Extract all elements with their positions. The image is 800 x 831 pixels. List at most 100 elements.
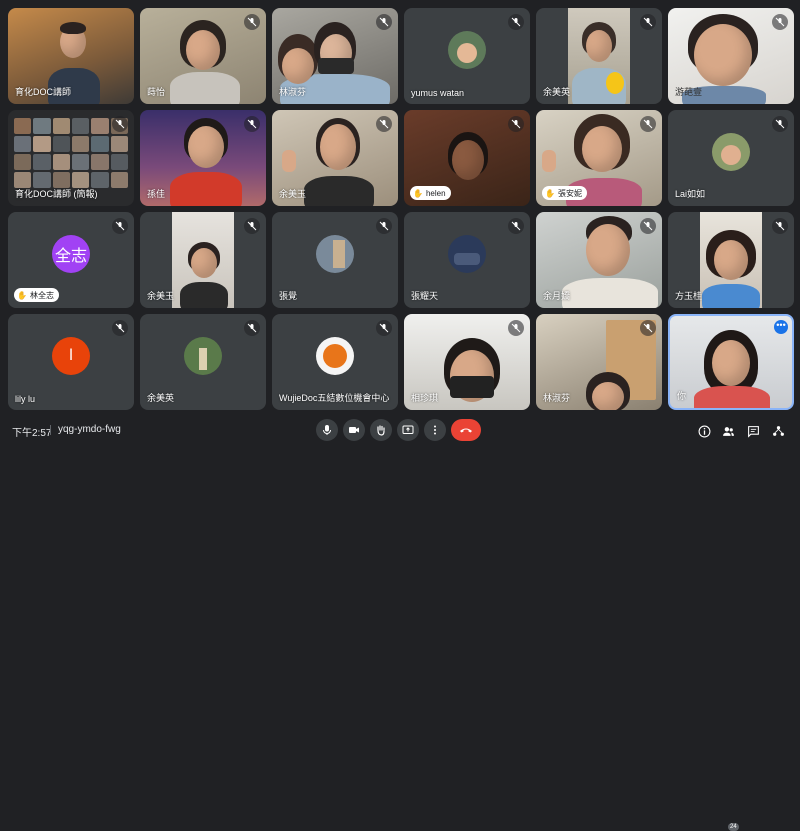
raise-hand-icon: ✋: [545, 188, 555, 198]
people-button[interactable]: [720, 423, 736, 439]
participant-tile[interactable]: 游葩壹: [668, 8, 794, 104]
mic-off-icon: [376, 14, 392, 30]
screen-share-preview: [14, 118, 128, 188]
present-screen-button[interactable]: [397, 419, 419, 441]
participant-grid: 育化DOC講師 蒔怡 林淑芬 yumus watan 余美英 游葩壹 育化DOC…: [0, 0, 800, 410]
participant-tile[interactable]: Lai如如: [668, 110, 794, 206]
participant-tile[interactable]: 方玉桂: [668, 212, 794, 308]
participant-tile[interactable]: 蒔怡: [140, 8, 266, 104]
participant-name: 蒔怡: [147, 87, 166, 97]
video-feed: [700, 212, 762, 308]
mic-off-icon: [640, 116, 656, 132]
video-feed: [568, 8, 630, 104]
participant-name: 方玉桂: [675, 291, 703, 301]
participant-name: 張覺: [279, 291, 298, 301]
participant-name: 孫佳: [147, 189, 166, 199]
participant-tile[interactable]: yumus watan: [404, 8, 530, 104]
end-call-button[interactable]: [451, 419, 481, 441]
chat-icon: [747, 425, 759, 438]
participant-name: 相珍琪: [411, 393, 439, 403]
clock: 下午2:57: [12, 428, 52, 439]
activities-button[interactable]: [770, 423, 786, 439]
mic-off-icon: [112, 320, 128, 336]
participant-tile[interactable]: ✋ helen: [404, 110, 530, 206]
end-call-icon: [460, 428, 472, 433]
participant-tile[interactable]: 余月嬌: [536, 212, 662, 308]
participant-tile[interactable]: 育化DOC講師: [8, 8, 134, 104]
raise-hand-button[interactable]: [370, 419, 392, 441]
participant-name: helen: [425, 188, 446, 198]
mic-off-icon: [376, 116, 392, 132]
avatar: l: [52, 337, 90, 376]
raised-hand-badge: ✋ 張安妮: [542, 186, 587, 200]
microphone-icon: [323, 425, 331, 435]
participant-tile[interactable]: 張覺: [272, 212, 398, 308]
participant-name: 張安妮: [557, 188, 582, 198]
info-icon: [698, 425, 710, 437]
avatar: [712, 133, 750, 172]
participant-name: 你: [677, 391, 687, 401]
participant-name: 育化DOC講師 (簡報): [15, 189, 98, 199]
divider: [50, 425, 51, 435]
present-screen-icon: [402, 425, 414, 434]
participant-tile[interactable]: l lily lu: [8, 314, 134, 410]
camera-button[interactable]: [343, 419, 365, 441]
participant-tile[interactable]: 相珍琪: [404, 314, 530, 410]
participant-name: 林淑芬: [543, 393, 571, 403]
participant-name: 余月嬌: [543, 291, 571, 301]
mic-off-icon: [244, 218, 260, 234]
raised-hand-badge: ✋ 林全志: [14, 288, 59, 302]
chat-button[interactable]: [745, 423, 761, 439]
participant-tile[interactable]: 孫佳: [140, 110, 266, 206]
avatar: [448, 31, 486, 70]
avatar: 全志: [52, 235, 90, 274]
people-icon: [722, 426, 734, 436]
more-options-button[interactable]: [424, 419, 446, 441]
avatar: [448, 235, 486, 274]
microphone-button[interactable]: [316, 419, 338, 441]
participant-tile[interactable]: 余美英: [140, 314, 266, 410]
mic-off-icon: [508, 116, 524, 132]
video-feed: [172, 212, 234, 308]
participant-tile[interactable]: 林淑芬: [536, 314, 662, 410]
participant-name: WujieDoc五結數位機會中心: [279, 393, 390, 403]
participant-name: yumus watan: [411, 88, 465, 98]
participant-tile[interactable]: 林淑芬: [272, 8, 398, 104]
mic-off-icon: [112, 116, 128, 132]
participant-name: Lai如如: [675, 189, 706, 199]
participant-tile[interactable]: 張耀天: [404, 212, 530, 308]
participant-name: 林全志: [29, 290, 54, 300]
raise-hand-icon: ✋: [413, 188, 423, 198]
mic-off-icon: [244, 14, 260, 30]
mic-off-icon: [508, 14, 524, 30]
meeting-code: yqg-ymdo-fwg: [58, 424, 121, 435]
mic-off-icon: [640, 320, 656, 336]
mic-off-icon: [640, 14, 656, 30]
raise-hand-icon: ✋: [17, 290, 27, 300]
participant-tile[interactable]: 余美玉: [140, 212, 266, 308]
participant-name: 張耀天: [411, 291, 439, 301]
participant-name: 游葩壹: [675, 87, 703, 97]
tile-options-icon[interactable]: •••: [774, 320, 788, 334]
mic-off-icon: [376, 320, 392, 336]
participant-name: 林淑芬: [279, 87, 307, 97]
meeting-info-button[interactable]: [696, 423, 712, 439]
participant-tile[interactable]: 余美英: [536, 8, 662, 104]
avatar: [184, 337, 222, 376]
mic-off-icon: [508, 218, 524, 234]
participant-name: 余美英: [543, 87, 571, 97]
mic-off-icon: [772, 14, 788, 30]
participant-tile[interactable]: ✋ 張安妮: [536, 110, 662, 206]
participant-tile[interactable]: 育化DOC講師 (簡報): [8, 110, 134, 206]
participant-tile[interactable]: 余美玉: [272, 110, 398, 206]
participant-tile[interactable]: WujieDoc五結數位機會中心: [272, 314, 398, 410]
mic-off-icon: [772, 218, 788, 234]
avatar: [316, 235, 354, 274]
mic-off-icon: [772, 116, 788, 132]
participant-tile[interactable]: 全志 ✋ 林全志: [8, 212, 134, 308]
mic-off-icon: [112, 218, 128, 234]
mic-off-icon: [640, 218, 656, 234]
camera-icon: [349, 427, 359, 433]
self-view-tile[interactable]: ••• 你: [668, 314, 794, 410]
raise-hand-icon: [377, 425, 385, 436]
